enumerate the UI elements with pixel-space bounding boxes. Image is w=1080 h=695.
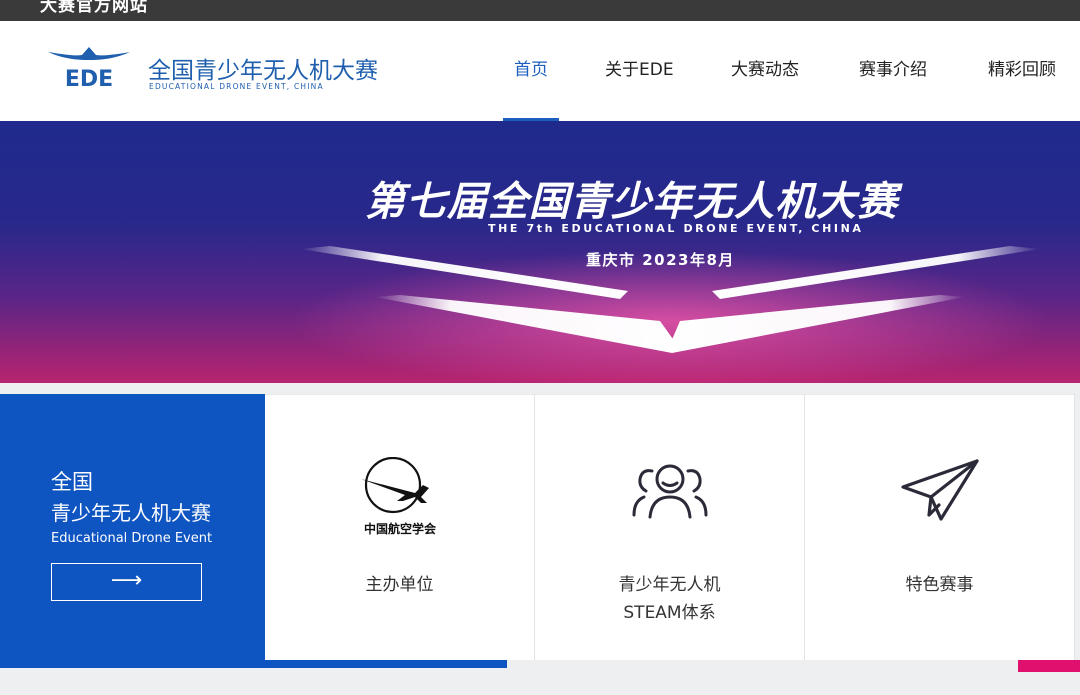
feature-line-3: Educational Drone Event [51, 531, 213, 546]
nav-item-review[interactable]: 精彩回顾 [988, 21, 1056, 121]
aviation-society-logo-text: 中国航空学会 [363, 521, 436, 536]
accent-bar-blue [0, 660, 507, 668]
card-featured-label: 特色赛事 [905, 575, 974, 595]
feature-cards: 全国 青少年无人机大赛 Educational Drone Event ⟶ 中国… [0, 394, 1080, 660]
paper-plane-icon [900, 459, 979, 521]
card-organizer[interactable]: 中国航空学会 主办单位 [265, 394, 535, 660]
nav-item-events[interactable]: 赛事介绍 [859, 21, 927, 121]
feature-line-1: 全国 [51, 470, 93, 494]
card-steam-label-1: 青少年无人机 [618, 575, 721, 595]
card-steam-system[interactable]: 青少年无人机 STEAM体系 [535, 394, 805, 660]
banner-date: 重庆市 2023年8月 [586, 251, 735, 269]
banner-title: 第七届全国青少年无人机大赛 [365, 179, 898, 225]
feature-line-2: 青少年无人机大赛 [51, 501, 211, 525]
wings-graphic [290, 246, 1050, 383]
card-organizer-label: 主办单位 [365, 575, 434, 595]
main-nav: 首页 关于EDE 大赛动态 赛事介绍 精彩回顾 [0, 21, 1080, 121]
arrow-right-icon: ⟶ [110, 568, 143, 593]
more-arrow-button[interactable]: ⟶ [51, 563, 202, 601]
top-bar-title: 大赛官方网站 [40, 0, 148, 16]
top-bar: 大赛官方网站 [0, 0, 1080, 21]
banner-subtitle: THE 7th EDUCATIONAL DRONE EVENT, CHINA [488, 222, 864, 235]
site-header: EDE 全国青少年无人机大赛 EDUCATIONAL DRONE EVENT, … [0, 21, 1080, 121]
accent-bar-pink [1018, 660, 1080, 672]
aviation-society-logo-icon: 中国航空学会 [360, 457, 436, 536]
nav-item-home[interactable]: 首页 [503, 21, 559, 121]
hero-banner[interactable]: 第七届全国青少年无人机大赛 THE 7th EDUCATIONAL DRONE … [0, 121, 1080, 383]
card-steam-label-2: STEAM体系 [623, 603, 716, 623]
nav-item-about[interactable]: 关于EDE [605, 21, 674, 121]
card-featured-events[interactable]: 特色赛事 [805, 394, 1075, 660]
nav-item-news[interactable]: 大赛动态 [731, 21, 799, 121]
people-group-icon [632, 464, 707, 519]
feature-card-main: 全国 青少年无人机大赛 Educational Drone Event ⟶ [0, 394, 265, 660]
